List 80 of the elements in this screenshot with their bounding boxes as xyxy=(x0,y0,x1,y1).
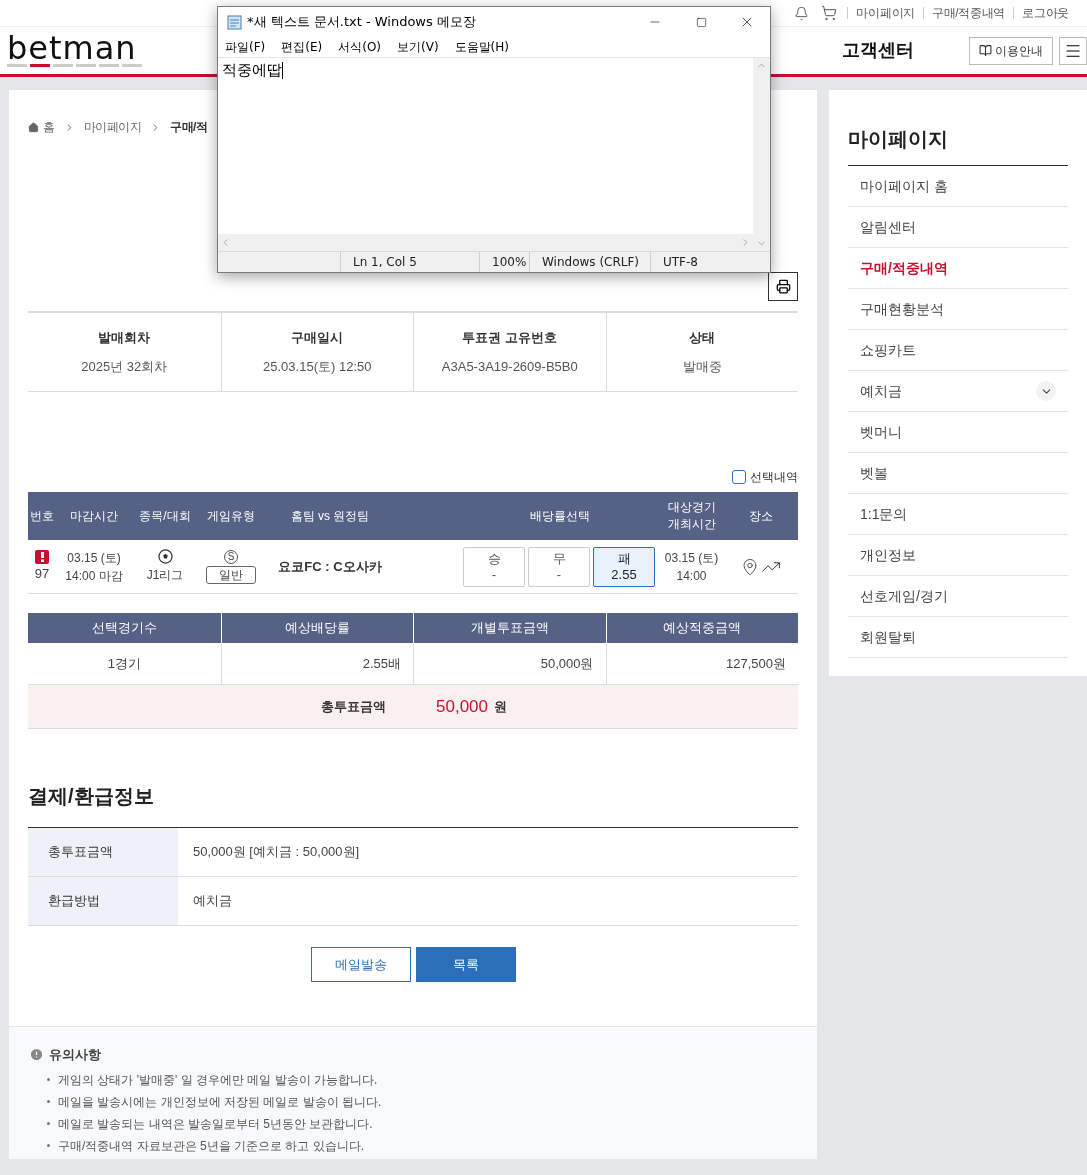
note-text: 구매/적중내역 자료보관은 5년을 기준으로 하고 있습니다. xyxy=(58,1137,364,1155)
summary-value: 발매중 xyxy=(682,358,722,376)
column-header: 대상경기 개최시간 xyxy=(666,499,717,533)
text-editor[interactable]: 적중에땁 xyxy=(218,58,753,234)
breadcrumb-link[interactable]: 구매/적 xyxy=(170,118,208,136)
window-title: *새 텍스트 문서.txt - Windows 메모장 xyxy=(247,13,476,32)
column-header: 예상적중금액 xyxy=(605,613,798,643)
column-header: 배당률선택 xyxy=(528,507,591,525)
nav-link[interactable]: 고객센터 xyxy=(842,37,914,64)
breadcrumb-link[interactable]: 홈 xyxy=(43,118,55,136)
table-cell-text: 14:00 마감 xyxy=(65,567,123,585)
table-cell-text: 14:00 xyxy=(676,567,707,585)
breadcrumb-link[interactable]: 마이페이지 xyxy=(83,118,141,136)
menu-item[interactable]: 파일(F) xyxy=(220,38,271,56)
sidebar-item[interactable]: 선호게임/경기 xyxy=(848,576,1068,617)
total-amount: 50,000 xyxy=(436,695,488,718)
status-field: Ln 1, Col 5 xyxy=(340,252,479,272)
top-link[interactable]: 구매/적중내역 xyxy=(922,7,1014,19)
column-header: 장소 xyxy=(748,507,774,525)
sidebar-item[interactable]: 알림센터 xyxy=(848,207,1068,248)
menu-item[interactable]: 편집(E) xyxy=(276,38,328,56)
list-button[interactable]: 목록 xyxy=(415,947,516,982)
column-header: 개별투표금액 xyxy=(413,613,606,643)
sidebar-item[interactable]: 구매현황분석 xyxy=(848,289,1068,330)
note-text: 메일을 발송시에는 개인정보에 저장된 메일로 발송이 됩니다. xyxy=(58,1093,382,1111)
table-cell-text: 03.15 (토) xyxy=(67,549,121,567)
summary-label: 구매일시 xyxy=(291,328,344,347)
column-header: 예상배당률 xyxy=(220,613,413,643)
menu-item[interactable]: 도움말(H) xyxy=(449,38,514,56)
summary-label: 투표권 고유번호 xyxy=(462,328,558,347)
info-value: 예치금 xyxy=(192,892,232,911)
selection-checkbox[interactable]: 선택내역 xyxy=(732,468,798,486)
odds-option[interactable]: 패 2.55 xyxy=(593,546,655,587)
info-value: 50,000원 [예치금 : 50,000원] xyxy=(192,843,360,862)
table-cell-text: 03.15 (토) xyxy=(664,549,719,567)
sidebar-item[interactable]: 예치금 xyxy=(848,371,1068,412)
sidebar-item[interactable]: 개인정보 xyxy=(848,535,1068,576)
status-field: Windows (CRLF) xyxy=(529,252,650,272)
info-label: 총투표금액 xyxy=(28,828,178,876)
total-unit: 원 xyxy=(494,697,507,716)
column-header: 선택경기수 xyxy=(28,613,221,643)
column-header: 마감시간 xyxy=(69,507,119,525)
column-header: 홈팀 vs 원정팀 xyxy=(289,507,371,525)
game-type-tag: 일반 xyxy=(206,565,256,584)
menu-item[interactable]: 서식(O) xyxy=(333,38,387,56)
summary-value: A3A5-3A19-2609-B5B0 xyxy=(441,358,578,376)
table-cell-text: J1리그 xyxy=(146,567,184,584)
sidebar-item[interactable]: 회원탈퇴 xyxy=(848,617,1068,658)
odds-option[interactable]: 무 - xyxy=(528,546,590,587)
column-header: 종목/대회 xyxy=(138,507,192,525)
note-text: 게임의 상태가 '발매중' 일 경우에만 메일 발송이 가능합니다. xyxy=(58,1071,378,1089)
guide-button[interactable]: 이용안내 xyxy=(969,36,1053,65)
summary-label: 상태 xyxy=(689,328,716,347)
top-link[interactable]: 로그아웃 xyxy=(1013,7,1077,19)
sidebar-item[interactable]: 벳볼 xyxy=(848,453,1068,494)
summary-label: 발매회차 xyxy=(98,328,151,347)
sidebar-title: 마이페이지 xyxy=(848,124,1068,166)
table-cell-text: 요코FC : C오사카 xyxy=(277,557,383,576)
total-label: 총투표금액 xyxy=(321,697,386,716)
menu-item[interactable]: 보기(V) xyxy=(392,38,444,56)
sidebar-item[interactable]: 벳머니 xyxy=(848,412,1068,453)
table-cell-text: 97 xyxy=(34,564,50,583)
sidebar-item[interactable]: 마이페이지 홈 xyxy=(848,166,1068,207)
section-title: 결제/환급정보 xyxy=(28,784,155,809)
sidebar-item[interactable]: 1:1문의 xyxy=(848,494,1068,535)
status-field: 100% xyxy=(479,252,529,272)
betman-logo[interactable]: betman xyxy=(7,34,142,67)
info-label: 환급방법 xyxy=(28,877,178,925)
top-link[interactable]: 마이페이지 xyxy=(847,7,923,19)
status-field: UTF-8 xyxy=(650,252,750,272)
sidebar-item[interactable]: 쇼핑카트 xyxy=(848,330,1068,371)
odds-option[interactable]: 승 - xyxy=(463,546,525,587)
mail-button[interactable]: 메일발송 xyxy=(310,947,411,982)
column-header: 게임유형 xyxy=(206,507,256,525)
note-text: 메일로 발송되는 내역은 발송일로부터 5년동안 보관합니다. xyxy=(58,1115,373,1133)
notes-title: 유의사항 xyxy=(49,1046,101,1064)
sidebar-item[interactable]: 구매/적중내역 xyxy=(848,248,1068,289)
summary-value: 2025년 32회차 xyxy=(81,358,168,376)
column-header: 번호 xyxy=(29,507,55,525)
summary-value: 25.03.15(토) 12:50 xyxy=(263,358,372,376)
